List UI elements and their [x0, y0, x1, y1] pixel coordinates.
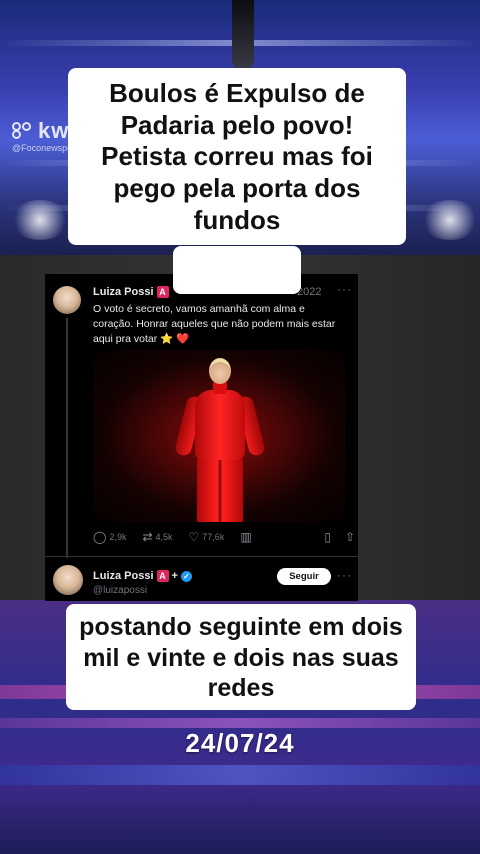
profile-avatar[interactable] [53, 565, 83, 595]
affiliation-badge-icon: A [156, 570, 169, 582]
headline-caption: Boulos é Expulso de Padaria pelo povo! P… [68, 68, 406, 245]
tweet-actions-right: ▯ ⇧ [324, 530, 355, 544]
tweet-text: O voto é secreto, vamos amanhã com alma … [93, 302, 343, 347]
retweet-icon: ⇄ [142, 530, 153, 544]
caption-top-tail [173, 246, 301, 294]
star-emoji-icon: ⭐ [160, 333, 174, 345]
profile-name: Luiza Possi [93, 570, 154, 582]
verified-icon: ✓ [180, 570, 192, 582]
subtitle-caption: postando seguinte em dois mil e vinte e … [66, 604, 416, 710]
more-options-icon[interactable]: ··· [337, 282, 352, 296]
avatar[interactable] [53, 286, 81, 314]
date-label: 24/07/24 [185, 728, 295, 758]
reply-icon: ◯ [93, 530, 107, 544]
share-icon[interactable]: ⇧ [345, 530, 355, 544]
reply-count: 2,9k [109, 532, 127, 542]
profile-name-row[interactable]: Luiza Possi A + ✓ [93, 570, 192, 582]
tweet-body: O voto é secreto, vamos amanhã com alma … [93, 303, 336, 345]
profile-more-options-icon[interactable]: ··· [337, 568, 352, 582]
ceiling-lamp [232, 0, 254, 70]
light-glow [10, 200, 70, 240]
like-icon: ♡ [188, 530, 200, 544]
like-count: 77,6k [202, 532, 225, 542]
photo-figure-body [195, 390, 245, 460]
tweet-photo[interactable] [93, 350, 345, 522]
tweet-card[interactable]: Luiza Possi A 2022 ··· O voto é secreto,… [45, 274, 358, 601]
thread-line [66, 318, 68, 558]
bookmark-icon[interactable]: ▯ [324, 530, 331, 544]
background-band [0, 765, 480, 785]
photo-figure-head [209, 358, 231, 384]
profile-handle: @luizapossi [93, 585, 148, 596]
affiliation-badge-icon: A [156, 286, 169, 298]
light-glow [420, 200, 480, 240]
tweet-actions: ◯ 2,9k ⇄ 4,5k ♡ 77,6k ▥ ▯ ⇧ [93, 530, 355, 544]
author-name: Luiza Possi [93, 286, 154, 298]
kwai-logo-icon [12, 122, 34, 140]
plus-sign: + [171, 570, 178, 582]
photo-figure-legs [197, 456, 243, 522]
tweet-author[interactable]: Luiza Possi A [93, 286, 169, 298]
background-band [0, 718, 480, 728]
follow-button[interactable]: Seguir [277, 568, 331, 585]
views-button[interactable]: ▥ [240, 530, 251, 544]
views-icon: ▥ [240, 530, 252, 544]
reply-button[interactable]: ◯ 2,9k [93, 530, 126, 544]
heart-emoji-icon: ❤️ [176, 333, 190, 345]
retweet-count: 4,5k [155, 532, 173, 542]
retweet-button[interactable]: ⇄ 4,5k [142, 530, 172, 544]
divider [45, 556, 358, 557]
like-button[interactable]: ♡ 77,6k [189, 530, 225, 544]
